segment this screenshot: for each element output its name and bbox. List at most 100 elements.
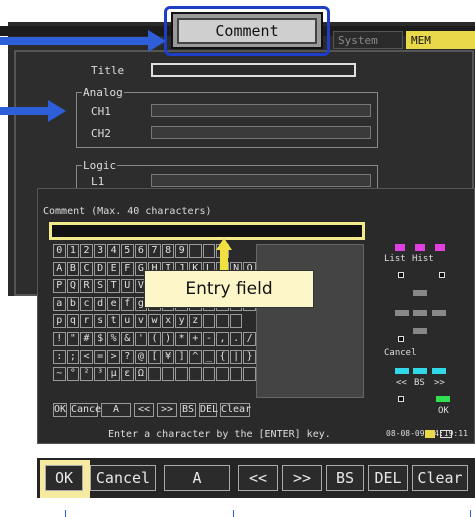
- ok-button[interactable]: OK: [45, 465, 83, 491]
- keyboard-key[interactable]: @: [134, 349, 148, 364]
- keyboard-key[interactable]: p: [53, 314, 66, 329]
- keyboard-control-key[interactable]: OK: [53, 403, 67, 417]
- keyboard-key[interactable]: [175, 367, 188, 382]
- keyboard-control-key[interactable]: BS: [180, 403, 196, 417]
- cancel-button[interactable]: Cancel: [90, 465, 156, 491]
- keyboard-key[interactable]: ²: [80, 367, 93, 382]
- keyboard-key[interactable]: >: [107, 349, 120, 364]
- del-button[interactable]: DEL: [368, 465, 408, 491]
- keyboard-key[interactable]: t: [107, 314, 120, 329]
- keyboard-key[interactable]: -: [202, 332, 216, 346]
- keyboard-key[interactable]: !: [53, 332, 66, 346]
- keyboard-key[interactable]: $: [93, 332, 107, 346]
- tab-mem-record[interactable]: MEM Record: [406, 31, 475, 65]
- keyboard-key[interactable]: ': [134, 332, 148, 346]
- keyboard-key[interactable]: b: [66, 296, 80, 311]
- keyboard-key[interactable]: 8: [161, 244, 175, 258]
- keyboard-key[interactable]: .: [229, 332, 243, 346]
- keyboard-control-key[interactable]: Clear: [220, 403, 251, 417]
- keyboard-key[interactable]: ~: [53, 367, 66, 382]
- char-mode-button[interactable]: A: [164, 465, 230, 491]
- keyboard-key[interactable]: /: [243, 332, 256, 346]
- keyboard-key[interactable]: ?: [121, 349, 134, 364]
- keyboard-key[interactable]: x: [161, 314, 175, 329]
- keyboard-key[interactable]: P: [53, 279, 66, 294]
- keyboard-key[interactable]: v: [134, 314, 148, 329]
- keyboard-key[interactable]: ): [161, 332, 175, 346]
- keyboard-key[interactable]: d: [93, 296, 107, 311]
- keyboard-key[interactable]: R: [80, 279, 93, 294]
- keyboard-key[interactable]: a: [53, 296, 66, 311]
- keyboard-key[interactable]: ,: [216, 332, 229, 346]
- keyboard-key[interactable]: %: [107, 332, 120, 346]
- prev-button[interactable]: <<: [238, 465, 278, 491]
- keyboard-key[interactable]: }: [243, 349, 256, 364]
- keyboard-key[interactable]: µ: [107, 367, 120, 382]
- keyboard-key[interactable]: [189, 367, 202, 382]
- entry-field[interactable]: [49, 222, 365, 240]
- keyboard-key[interactable]: ¥: [161, 349, 175, 364]
- keyboard-key[interactable]: ^: [189, 349, 202, 364]
- keyboard-key[interactable]: [161, 367, 175, 382]
- keyboard-key[interactable]: T: [107, 279, 120, 294]
- keyboard-key[interactable]: 1: [66, 244, 80, 258]
- keyboard-control-key[interactable]: DEL: [199, 403, 218, 417]
- keyboard-control-key[interactable]: Cancel: [70, 403, 107, 417]
- keyboard-key[interactable]: {: [216, 349, 229, 364]
- keyboard-key[interactable]: Ω: [134, 367, 148, 382]
- keyboard-key[interactable]: [202, 314, 216, 329]
- next-button[interactable]: >>: [282, 465, 322, 491]
- keyboard-key[interactable]: U: [121, 279, 134, 294]
- keyboard-control-key[interactable]: >>: [157, 403, 177, 417]
- keyboard-key[interactable]: #: [80, 332, 93, 346]
- keyboard-key[interactable]: (: [148, 332, 161, 346]
- l1-comment-field[interactable]: [151, 174, 371, 187]
- keyboard-key[interactable]: +: [189, 332, 202, 346]
- keyboard-key[interactable]: w: [148, 314, 161, 329]
- keyboard-key[interactable]: [189, 244, 202, 258]
- keyboard-key[interactable]: [229, 367, 243, 382]
- keyboard-key[interactable]: &: [121, 332, 134, 346]
- keyboard-key[interactable]: *: [175, 332, 188, 346]
- keyboard-key[interactable]: ³: [93, 367, 107, 382]
- keyboard-key[interactable]: _: [202, 349, 216, 364]
- keyboard-key[interactable]: =: [93, 349, 107, 364]
- keyboard-key[interactable]: z: [189, 314, 202, 329]
- keyboard-key[interactable]: C: [80, 261, 93, 276]
- tab-system[interactable]: System: [333, 31, 403, 49]
- title-field[interactable]: [151, 63, 356, 77]
- keyboard-key[interactable]: [202, 367, 216, 382]
- keyboard-key[interactable]: A: [53, 261, 66, 276]
- keyboard-key[interactable]: [229, 314, 243, 329]
- keyboard-key[interactable]: [216, 367, 229, 382]
- keyboard-key[interactable]: 6: [134, 244, 148, 258]
- keyboard-key[interactable]: F: [121, 261, 134, 276]
- keyboard-key[interactable]: u: [121, 314, 134, 329]
- keyboard-key[interactable]: ]: [175, 349, 188, 364]
- keyboard-key[interactable]: Q: [66, 279, 80, 294]
- keyboard-key[interactable]: ": [66, 332, 80, 346]
- keyboard-key[interactable]: ε: [121, 367, 134, 382]
- keyboard-key[interactable]: °: [66, 367, 80, 382]
- keyboard-key[interactable]: <: [80, 349, 93, 364]
- history-list[interactable]: [256, 244, 364, 398]
- keyboard-control-key[interactable]: <<: [134, 403, 154, 417]
- keyboard-key[interactable]: [202, 244, 216, 258]
- keyboard-key[interactable]: e: [107, 296, 120, 311]
- keyboard-key[interactable]: 2: [80, 244, 93, 258]
- keyboard-key[interactable]: B: [66, 261, 80, 276]
- keyboard-key[interactable]: 9: [175, 244, 188, 258]
- ch2-comment-field[interactable]: [151, 126, 371, 139]
- keyboard-key[interactable]: [: [148, 349, 161, 364]
- keyboard-key[interactable]: f: [121, 296, 134, 311]
- keyboard-key[interactable]: |: [229, 349, 243, 364]
- keyboard-control-key[interactable]: A: [101, 403, 131, 417]
- keyboard-key[interactable]: ;: [66, 349, 80, 364]
- keyboard-key[interactable]: r: [80, 314, 93, 329]
- keyboard-key[interactable]: [243, 367, 256, 382]
- keyboard-key[interactable]: 7: [148, 244, 161, 258]
- ch1-comment-field[interactable]: [151, 104, 371, 117]
- keyboard-key[interactable]: E: [107, 261, 120, 276]
- keyboard-key[interactable]: q: [66, 314, 80, 329]
- keyboard-key[interactable]: s: [93, 314, 107, 329]
